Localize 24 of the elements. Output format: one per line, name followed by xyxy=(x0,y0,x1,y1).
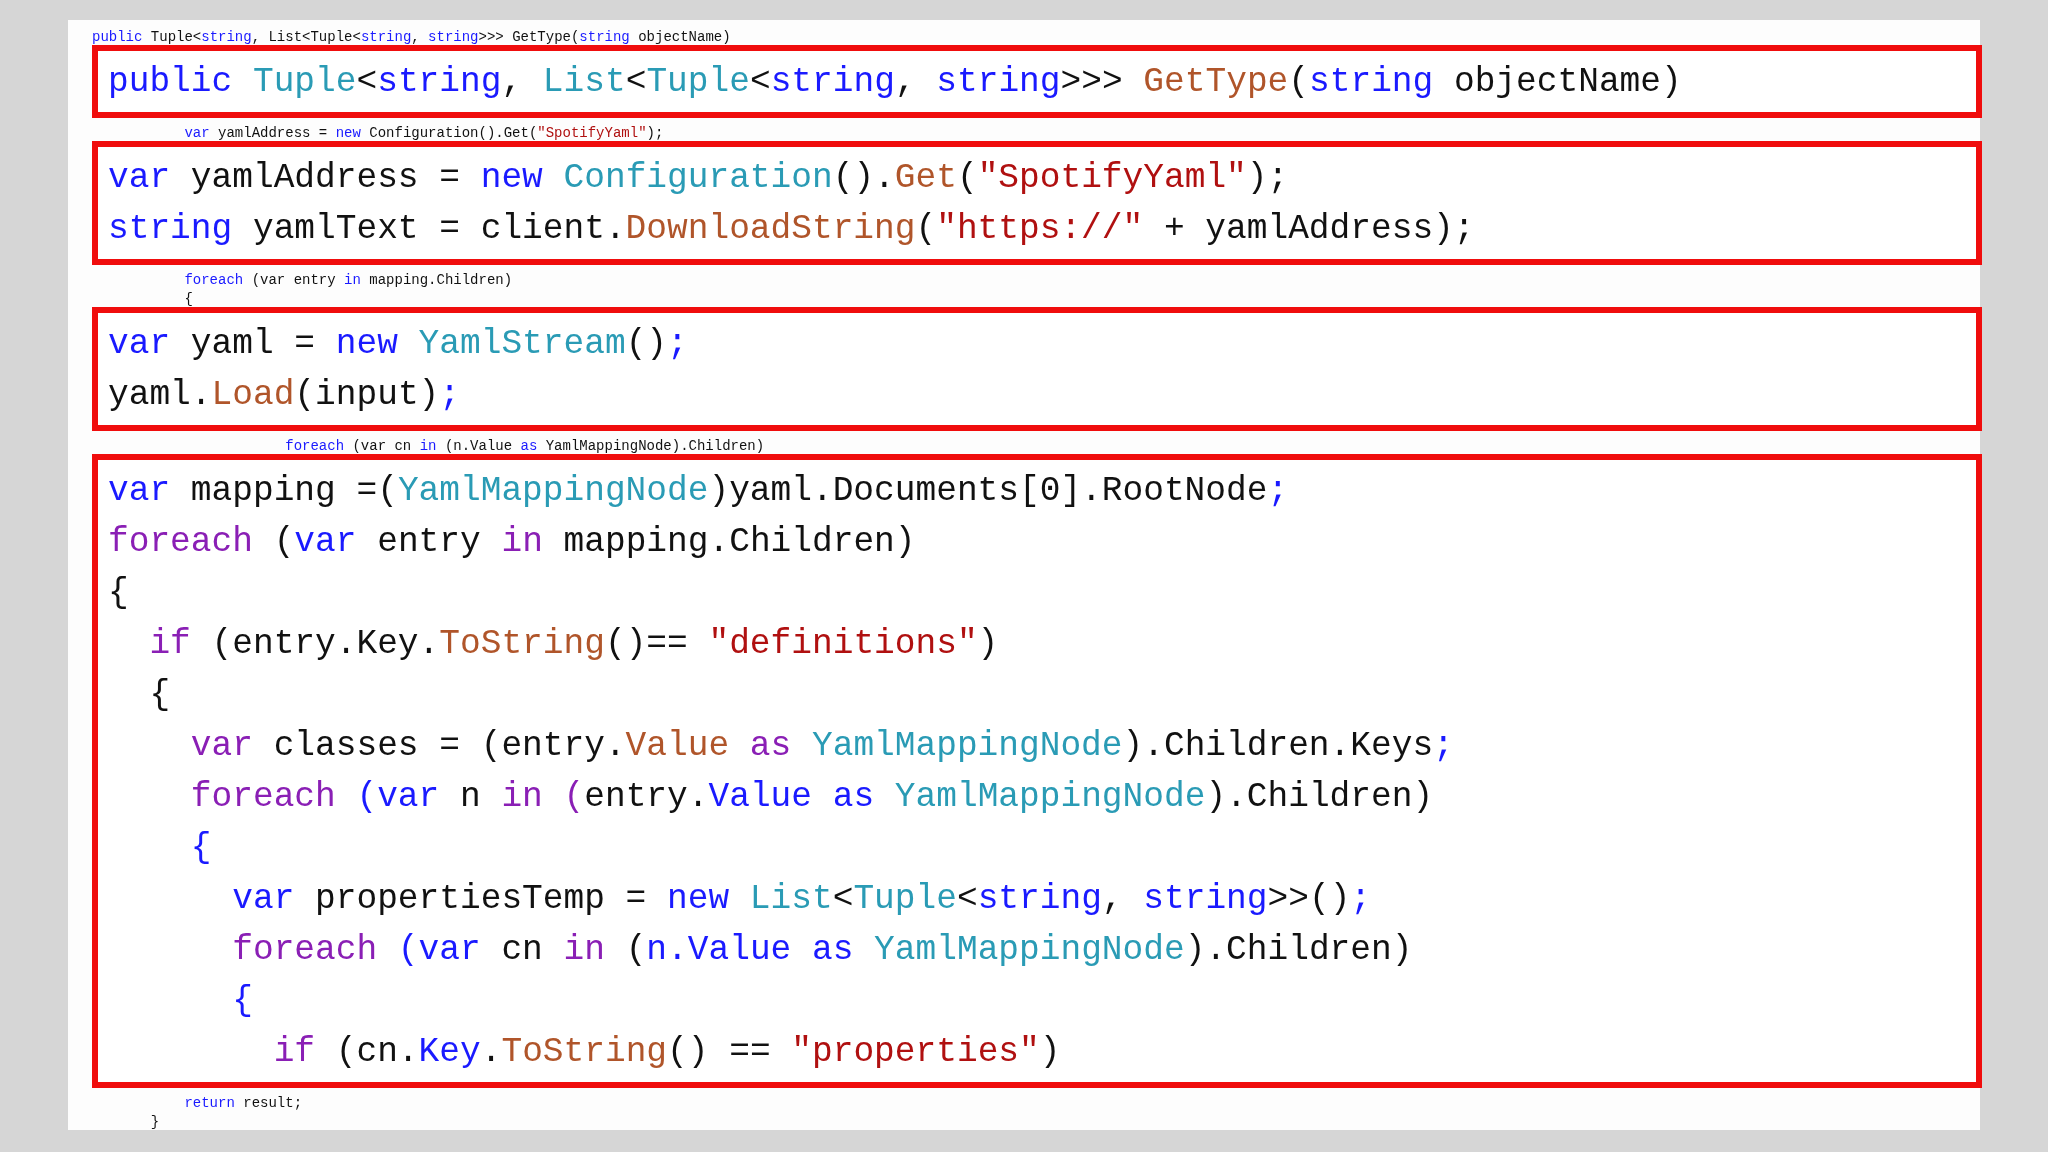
code-line: if (entry.Key.ToString()== "definitions") xyxy=(148,623,999,665)
code-line: } xyxy=(149,1113,160,1132)
code-line: string yamlText = client.DownloadString("https://" + yamlAddress); xyxy=(108,208,1475,250)
code-line: var yaml = new YamlStream(); xyxy=(108,323,688,365)
code-line: public Tuple<string, List<Tuple<string, string>>> GetType(string objectName) xyxy=(92,28,731,47)
code-line: foreach (var n in (entry.Value as YamlMappingNode).Children) xyxy=(189,776,1434,818)
code-line: { xyxy=(231,980,253,1022)
code-line: { xyxy=(183,290,193,309)
code-line: var yamlAddress = new Configuration().Get("SpotifyYaml"); xyxy=(183,124,664,143)
code-line: yaml.Load(input); xyxy=(108,374,460,416)
code-line: var mapping =(YamlMappingNode)yaml.Documents[0].RootNode; xyxy=(108,470,1289,512)
code-line: if (cn.Key.ToString() == "properties") xyxy=(272,1031,1061,1073)
code-line: return result; xyxy=(183,1094,303,1113)
code-line: foreach (var cn in (n.Value as YamlMappingNode).Children) xyxy=(284,437,765,456)
code-line: var propertiesTemp = new List<Tuple<string, string>>(); xyxy=(231,878,1372,920)
code-line: foreach (var entry in mapping.Children) xyxy=(108,521,916,563)
code-line: var yamlAddress = new Configuration().Get("SpotifyYaml"); xyxy=(108,157,1289,199)
code-line: public Tuple<string, List<Tuple<string, string>>> GetType(string objectName) xyxy=(108,61,1682,103)
code-line: { xyxy=(108,572,129,614)
code-line: { xyxy=(148,674,171,716)
code-line: { xyxy=(189,827,212,869)
code-line: foreach (var cn in (n.Value as YamlMappingNode).Children) xyxy=(231,929,1413,971)
code-line: var classes = (entry.Value as YamlMappingNode).Children.Keys; xyxy=(189,725,1454,767)
code-line: foreach (var entry in mapping.Children) xyxy=(183,271,513,290)
